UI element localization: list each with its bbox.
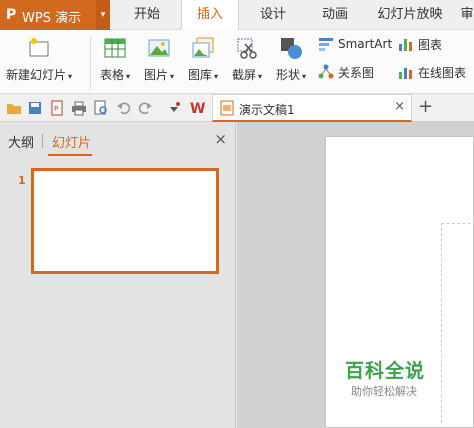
table-button[interactable]: 表格 ▾ — [100, 36, 130, 83]
slide-thumbnail[interactable] — [31, 168, 219, 274]
quick-access-bar: P W 演示文稿1 × + — [0, 94, 474, 122]
shape-button[interactable]: 形状 ▾ — [276, 36, 306, 83]
scissors-icon — [235, 36, 259, 60]
new-slide-icon — [27, 36, 51, 60]
tab-slides[interactable]: 幻灯片 — [52, 132, 91, 151]
tab-home[interactable]: 开始 — [122, 0, 172, 30]
chart-button[interactable]: 图表 — [398, 34, 442, 54]
watermark-title: 百科全说 — [345, 360, 426, 382]
table-icon — [103, 36, 127, 60]
tab-review[interactable]: 审 — [457, 0, 474, 30]
app-menu-button[interactable]: P WPS 演示 ▾ — [0, 0, 110, 30]
separator — [90, 36, 91, 90]
new-slide-button[interactable]: 新建幻灯片 ▾ — [6, 36, 72, 83]
print-icon[interactable] — [71, 100, 87, 116]
new-tab-icon[interactable]: + — [418, 96, 433, 117]
tab-design[interactable]: 设计 — [248, 0, 298, 30]
document-tab[interactable]: 演示文稿1 × — [212, 94, 412, 122]
gallery-icon — [191, 36, 215, 60]
gallery-button[interactable]: 图库 ▾ — [188, 36, 218, 83]
document-title: 演示文稿1 — [239, 103, 295, 117]
tab-insert[interactable]: 插入 — [181, 0, 239, 31]
ribbon-toolbar: 新建幻灯片 ▾ 表格 ▾ 图片 ▾ 图库 ▾ 截屏 ▾ 形状 ▾ SmartArt — [0, 30, 474, 94]
tab-divider — [42, 134, 43, 148]
slide-number: 1 — [18, 174, 26, 187]
open-folder-icon[interactable] — [6, 100, 22, 116]
active-tab-underline — [48, 154, 92, 156]
wps-w-logo-icon[interactable]: W — [190, 100, 206, 117]
close-panel-icon[interactable]: × — [214, 130, 227, 148]
picture-icon — [147, 36, 171, 60]
relation-diagram-button[interactable]: 关系图 — [318, 62, 374, 82]
tab-slideshow[interactable]: 幻灯片放映 — [370, 0, 450, 30]
tab-outline[interactable]: 大纲 — [8, 132, 34, 151]
print-preview-icon[interactable] — [93, 100, 109, 116]
menu-bar: P WPS 演示 ▾ 开始 插入 设计 动画 幻灯片放映 审 — [0, 0, 474, 31]
watermark-subtitle: 助你轻松解决 — [351, 385, 417, 398]
chevron-down-icon[interactable]: ▾ — [96, 0, 110, 30]
smartart-icon — [318, 36, 334, 52]
svg-text:W: W — [190, 101, 205, 116]
app-name: WPS 演示 — [22, 11, 82, 26]
slides-panel: 大纲 幻灯片 × 1 — [0, 122, 236, 428]
svg-text:P: P — [54, 105, 58, 113]
online-chart-icon — [398, 64, 414, 80]
close-document-icon[interactable]: × — [394, 99, 405, 114]
tab-animation[interactable]: 动画 — [310, 0, 360, 30]
export-pdf-icon[interactable]: P — [49, 100, 65, 116]
smartart-button[interactable]: SmartArt — [318, 34, 392, 54]
picture-button[interactable]: 图片 ▾ — [144, 36, 174, 83]
screenshot-button[interactable]: 截屏 ▾ — [232, 36, 262, 83]
save-icon[interactable] — [27, 100, 43, 116]
relation-icon — [318, 64, 334, 80]
presentation-doc-icon — [219, 100, 235, 116]
shape-icon — [279, 36, 303, 60]
undo-icon[interactable] — [116, 100, 132, 116]
wps-logo: P — [6, 7, 17, 23]
redo-icon[interactable] — [137, 100, 153, 116]
bar-chart-icon — [398, 36, 414, 52]
placeholder-outline[interactable] — [441, 223, 474, 423]
customize-dropdown-icon[interactable] — [166, 100, 182, 116]
online-chart-button[interactable]: 在线图表 — [398, 62, 466, 82]
